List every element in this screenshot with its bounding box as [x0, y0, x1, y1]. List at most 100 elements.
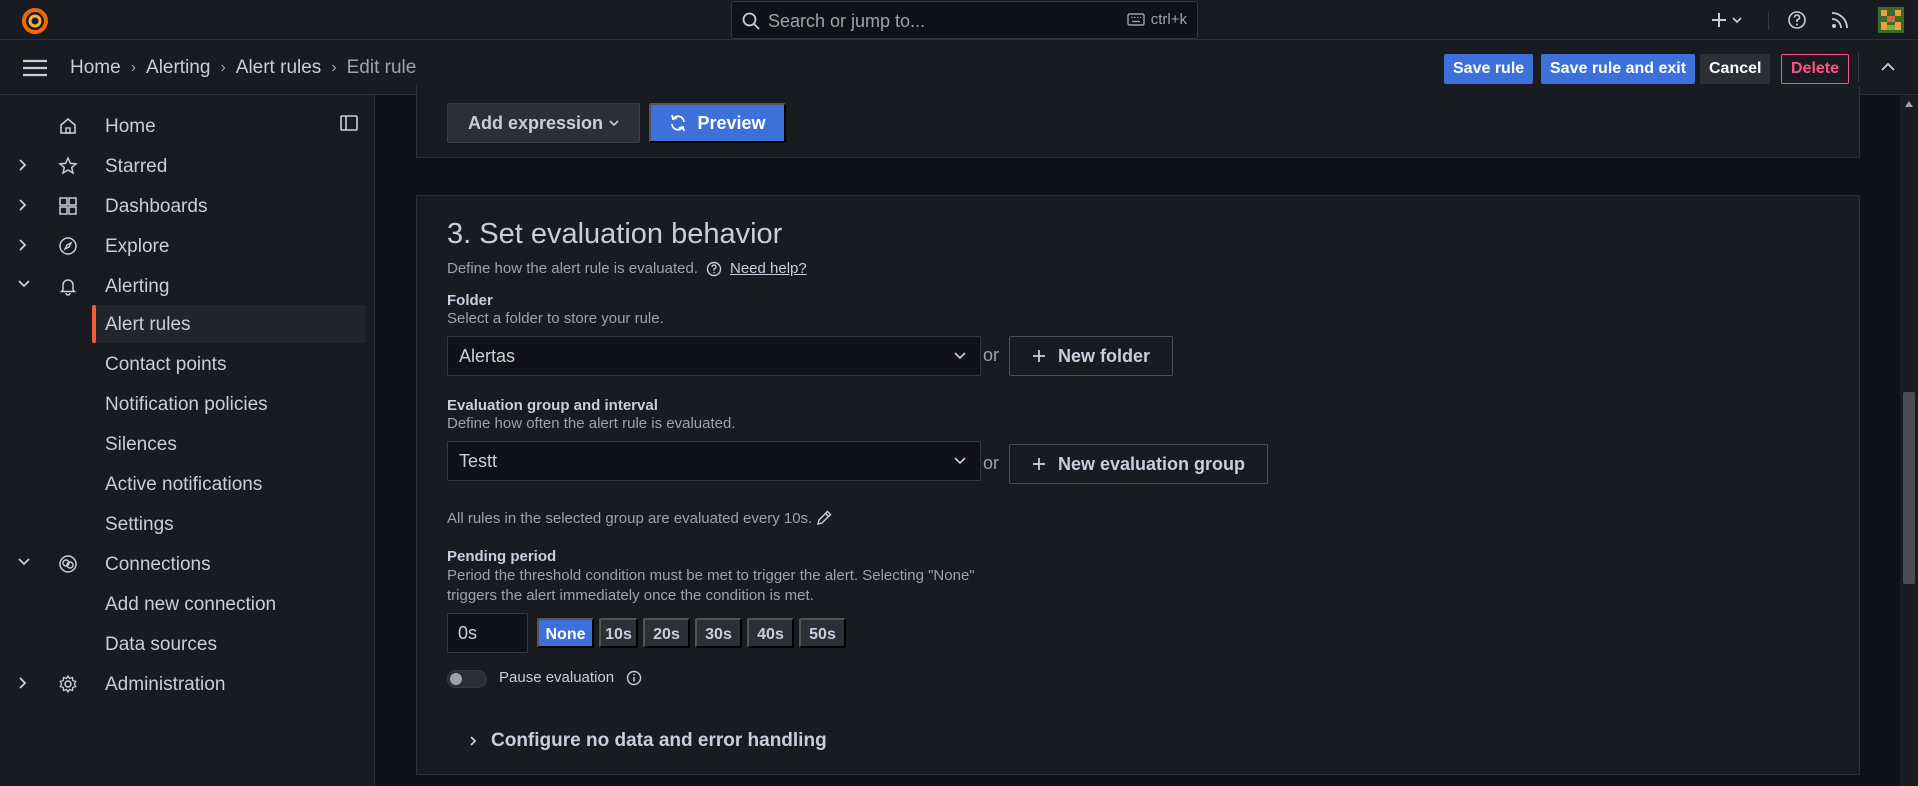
sidebar-item-connections[interactable]: Connections: [0, 545, 375, 583]
search-input[interactable]: Search or jump to... ctrl+k: [731, 1, 1198, 39]
menu-icon[interactable]: [22, 58, 48, 78]
new-folder-button[interactable]: New folder: [1009, 336, 1174, 376]
sidebar-item-add-new-connection[interactable]: Add new connection: [92, 585, 365, 623]
star-icon: [58, 156, 78, 176]
actions-divider: [1858, 52, 1859, 82]
breadcrumb: Home › Alerting › Alert rules › Edit rul…: [70, 57, 416, 79]
help-circle-icon: [706, 261, 722, 277]
sidebar-item-dashboards[interactable]: Dashboards: [0, 187, 375, 225]
chevron-right-icon[interactable]: [17, 198, 27, 212]
pause-evaluation-toggle[interactable]: [447, 670, 487, 688]
pending-option-50s[interactable]: 50s: [799, 618, 846, 648]
chevron-down-icon[interactable]: [17, 278, 31, 288]
sidebar-item-label: Home: [105, 116, 156, 137]
configure-no-data-toggle[interactable]: Configure no data and error handling: [469, 730, 827, 752]
or-label: or: [983, 345, 1000, 365]
pause-evaluation-label: Pause evaluation: [499, 669, 615, 686]
add-new-button[interactable]: [1711, 10, 1745, 30]
sidebar-item-label: Notification policies: [105, 394, 268, 415]
need-help-link[interactable]: Need help?: [730, 260, 807, 277]
breadcrumb-alert-rules[interactable]: Alert rules: [236, 57, 322, 79]
sidebar-item-explore[interactable]: Explore: [0, 227, 375, 265]
evaluation-group-label: Evaluation group and interval: [447, 397, 658, 414]
scrollbar-thumb[interactable]: [1903, 392, 1915, 584]
sidebar-item-label: Connections: [105, 554, 211, 575]
section-title: 3. Set evaluation behavior: [447, 218, 783, 250]
delete-button[interactable]: Delete: [1781, 54, 1850, 84]
pending-option-20s[interactable]: 20s: [643, 618, 690, 648]
pending-option-none[interactable]: None: [537, 618, 594, 648]
pause-evaluation-row: Pause evaluation: [499, 669, 642, 686]
sidebar: Home Starred Dashboards Explore Alerting…: [0, 95, 375, 786]
evaluation-group-select[interactable]: Testt: [447, 441, 981, 481]
save-rule-and-exit-button[interactable]: Save rule and exit: [1541, 54, 1696, 84]
folder-select[interactable]: Alertas: [447, 336, 981, 376]
sidebar-item-alert-rules[interactable]: Alert rules: [92, 305, 365, 343]
save-rule-button[interactable]: Save rule: [1444, 54, 1534, 84]
chevron-right-icon[interactable]: [17, 238, 27, 252]
chevron-down-icon[interactable]: [17, 556, 31, 566]
sidebar-item-silences[interactable]: Silences: [92, 425, 365, 463]
refresh-icon: [669, 114, 687, 132]
sidebar-item-active-notifications[interactable]: Active notifications: [92, 465, 365, 503]
chevron-up-icon[interactable]: [1880, 62, 1896, 72]
avatar[interactable]: [1878, 7, 1904, 33]
dashboards-icon: [58, 196, 78, 216]
keyboard-shortcut: ctrl+k: [1127, 11, 1187, 28]
sidebar-item-settings[interactable]: Settings: [92, 505, 365, 543]
scroll-up-arrow-icon[interactable]: [1905, 101, 1913, 107]
sidebar-item-starred[interactable]: Starred: [0, 147, 375, 185]
sidebar-item-administration[interactable]: Administration: [0, 665, 375, 703]
chevron-right-icon[interactable]: [17, 676, 27, 690]
configure-no-data-label: Configure no data and error handling: [491, 730, 827, 751]
plus-icon: [1712, 13, 1726, 27]
group-interval-info: All rules in the selected group are eval…: [447, 509, 833, 527]
evaluation-group-select-value: Testt: [459, 451, 498, 471]
breadcrumb-home[interactable]: Home: [70, 57, 121, 79]
folder-select-value: Alertas: [459, 346, 516, 366]
breadcrumb-alerting[interactable]: Alerting: [146, 57, 210, 79]
or-label: or: [983, 453, 1000, 473]
help-icon[interactable]: [1787, 10, 1807, 30]
sidebar-item-alerting[interactable]: Alerting: [0, 267, 375, 305]
plus-icon: [1032, 457, 1046, 471]
sidebar-item-label: Active notifications: [105, 474, 263, 495]
sidebar-item-home[interactable]: Home: [0, 107, 375, 145]
search-placeholder: Search or jump to...: [768, 11, 926, 31]
sidebar-item-label: Explore: [105, 236, 170, 257]
evaluation-group-description: Define how often the alert rule is evalu…: [447, 415, 736, 432]
cancel-button[interactable]: Cancel: [1700, 54, 1771, 84]
sidebar-item-label: Starred: [105, 156, 168, 177]
info-icon[interactable]: [626, 670, 642, 686]
gear-icon: [58, 674, 78, 694]
sidebar-item-data-sources[interactable]: Data sources: [92, 625, 365, 663]
sidebar-item-label: Add new connection: [105, 594, 277, 615]
section-description: Define how the alert rule is evaluated. …: [447, 260, 807, 277]
pending-option-40s[interactable]: 40s: [747, 618, 794, 648]
keyboard-icon: [1127, 13, 1145, 26]
pending-period-value: 0s: [458, 623, 478, 643]
sidebar-item-notification-policies[interactable]: Notification policies: [92, 385, 365, 423]
group-interval-text: All rules in the selected group are eval…: [447, 510, 813, 527]
sidebar-item-label: Data sources: [105, 634, 217, 655]
sidebar-item-contact-points[interactable]: Contact points: [92, 345, 365, 383]
breadcrumb-separator: ›: [130, 59, 137, 76]
rss-icon[interactable]: [1830, 10, 1850, 30]
home-icon: [58, 116, 78, 136]
breadcrumb-separator: ›: [331, 59, 337, 76]
grafana-logo-icon[interactable]: [20, 6, 50, 36]
sidebar-item-label: Alerting: [105, 276, 170, 297]
chevron-right-icon[interactable]: [17, 158, 27, 172]
add-expression-button[interactable]: Add expression: [447, 103, 640, 143]
plus-icon: [1032, 349, 1046, 363]
pending-option-10s[interactable]: 10s: [599, 618, 638, 648]
pending-period-input[interactable]: 0s: [447, 613, 528, 653]
new-evaluation-group-button[interactable]: New evaluation group: [1009, 444, 1269, 484]
pending-option-30s[interactable]: 30s: [695, 618, 742, 648]
page-scrollbar[interactable]: [1900, 95, 1918, 786]
pencil-icon[interactable]: [815, 509, 833, 527]
preview-button[interactable]: Preview: [649, 103, 786, 143]
main-content: Add expression Preview 3. Set evaluation…: [376, 85, 1896, 786]
chevron-down-icon: [609, 119, 619, 127]
compass-icon: [58, 236, 78, 256]
